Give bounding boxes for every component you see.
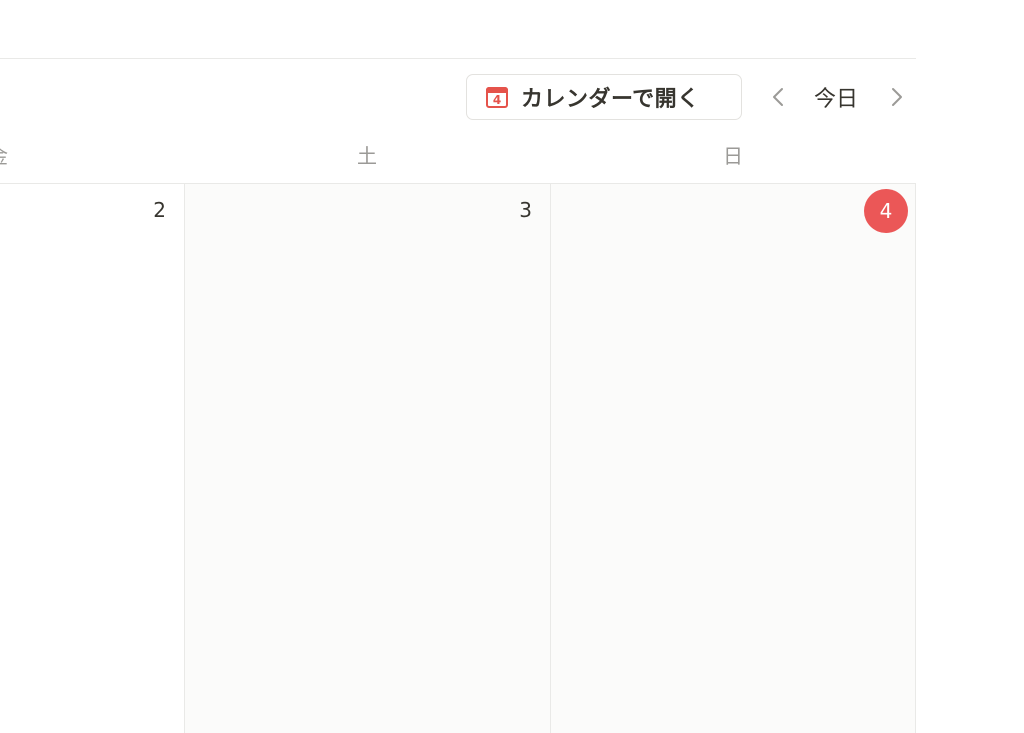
- day-cell[interactable]: [0, 184, 184, 733]
- calendar-icon: 4: [485, 85, 509, 109]
- calendar-icon-number: 4: [492, 93, 502, 107]
- weekday-label: 土: [357, 144, 377, 168]
- column-divider: [550, 184, 551, 733]
- calendar-view: 4 カレンダーで開く 今日 金 土 日 2 3 4: [0, 0, 1024, 733]
- chevron-left-icon: [773, 88, 783, 106]
- day-cell[interactable]: [550, 184, 916, 733]
- weekday-header: 金 土 日: [0, 136, 916, 182]
- open-in-calendar-button[interactable]: 4 カレンダーで開く: [466, 74, 742, 120]
- today-button[interactable]: 今日: [800, 74, 872, 120]
- day-cell[interactable]: [184, 184, 550, 733]
- column-divider: [915, 184, 916, 733]
- open-in-calendar-label: カレンダーで開く: [521, 87, 700, 112]
- weekday-label: 日: [723, 144, 743, 168]
- next-week-button[interactable]: [882, 74, 912, 120]
- column-divider: [184, 184, 185, 733]
- day-number: 2: [153, 198, 166, 222]
- previous-week-button[interactable]: [763, 74, 793, 120]
- today-day-badge: 4: [864, 189, 908, 233]
- chevron-right-icon: [892, 88, 902, 106]
- calendar-toolbar: 4 カレンダーで開く 今日: [0, 74, 916, 122]
- day-number: 3: [519, 198, 532, 222]
- top-divider: [0, 58, 916, 59]
- weekday-label: 金: [0, 136, 28, 182]
